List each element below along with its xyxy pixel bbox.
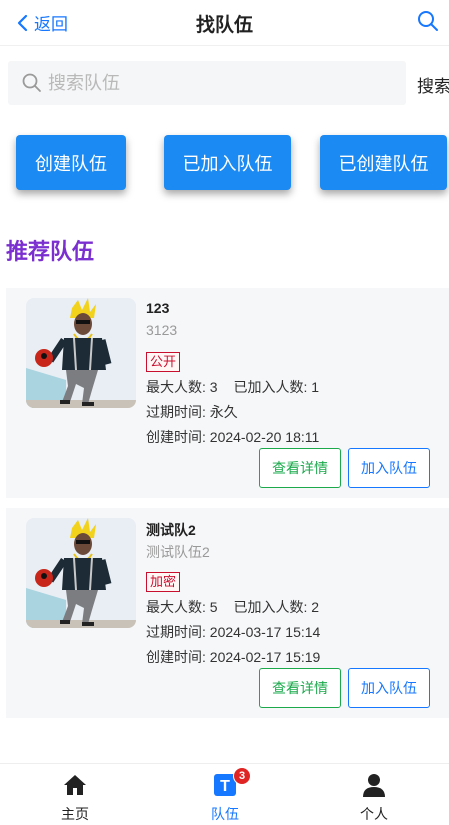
create-line: 创建时间: 2024-02-17 15:19	[146, 647, 320, 667]
tab-team[interactable]: T 3 队伍	[150, 764, 300, 825]
expire-label: 过期时间:	[146, 624, 206, 640]
nav-bar: 返回 找队伍	[0, 0, 449, 46]
member-count-line: 最大人数: 5 已加入人数: 2	[146, 597, 319, 617]
tab-profile[interactable]: 个人	[299, 764, 449, 825]
search-icon	[22, 73, 41, 92]
create-label: 创建时间:	[146, 649, 206, 665]
user-icon	[363, 774, 385, 797]
team-name: 测试队2	[146, 522, 196, 538]
tab-bar: 主页 T 3 队伍 个人	[0, 763, 449, 825]
section-title: 推荐队伍	[6, 239, 95, 264]
create-team-button[interactable]: 创建队伍	[16, 135, 126, 190]
tab-team-label: 队伍	[211, 806, 239, 822]
member-count-line: 最大人数: 3 已加入人数: 1	[146, 377, 319, 397]
joined-members-value: 1	[311, 379, 320, 395]
team-card: 测试队2 测试队伍2 加密 最大人数: 5 已加入人数: 2 过期时间: 202…	[6, 508, 449, 718]
expire-label: 过期时间:	[146, 404, 206, 420]
search-icon[interactable]	[417, 10, 439, 32]
joined-members-value: 2	[311, 599, 320, 615]
create-line: 创建时间: 2024-02-20 18:11	[146, 427, 319, 447]
view-detail-button[interactable]: 查看详情	[259, 448, 341, 488]
expire-line: 过期时间: 2024-03-17 15:14	[146, 622, 320, 642]
chevron-left-icon	[17, 14, 28, 31]
join-team-button[interactable]: 加入队伍	[348, 448, 430, 488]
team-icon-letter: T	[220, 778, 230, 795]
max-members-value: 3	[209, 379, 218, 395]
created-teams-button[interactable]: 已创建队伍	[320, 135, 447, 190]
max-members-label: 最大人数:	[146, 379, 206, 395]
joined-members-label: 已加入人数:	[233, 599, 308, 615]
status-badge: 公开	[146, 352, 181, 372]
expire-line: 过期时间: 永久	[146, 402, 238, 422]
create-label: 创建时间:	[146, 429, 206, 445]
back-button[interactable]: 返回	[16, 10, 68, 35]
team-avatar	[26, 518, 136, 628]
joined-teams-button[interactable]: 已加入队伍	[164, 135, 291, 190]
team-description: 3123	[146, 322, 178, 338]
tab-home[interactable]: 主页	[0, 764, 150, 825]
back-label: 返回	[34, 15, 68, 34]
team-name: 123	[146, 300, 170, 316]
search-input[interactable]	[48, 72, 388, 94]
home-icon	[64, 775, 86, 795]
team-card: 123 3123 公开 最大人数: 3 已加入人数: 1 过期时间: 永久 创建…	[6, 288, 449, 498]
expire-value: 永久	[209, 404, 238, 420]
notification-badge: 3	[233, 767, 251, 785]
max-members-value: 5	[209, 599, 218, 615]
create-value: 2024-02-17 15:19	[209, 649, 321, 665]
team-description: 测试队伍2	[146, 544, 210, 560]
tab-profile-label: 个人	[360, 806, 388, 822]
search-button[interactable]: 搜索	[417, 72, 449, 97]
team-avatar	[26, 298, 136, 408]
status-badge: 加密	[146, 572, 181, 592]
expire-value: 2024-03-17 15:14	[209, 624, 321, 640]
search-bar	[8, 61, 406, 105]
join-team-button[interactable]: 加入队伍	[348, 668, 430, 708]
joined-members-label: 已加入人数:	[233, 379, 308, 395]
create-value: 2024-02-20 18:11	[209, 429, 320, 445]
max-members-label: 最大人数:	[146, 599, 206, 615]
tab-home-label: 主页	[61, 806, 89, 822]
view-detail-button[interactable]: 查看详情	[259, 668, 341, 708]
